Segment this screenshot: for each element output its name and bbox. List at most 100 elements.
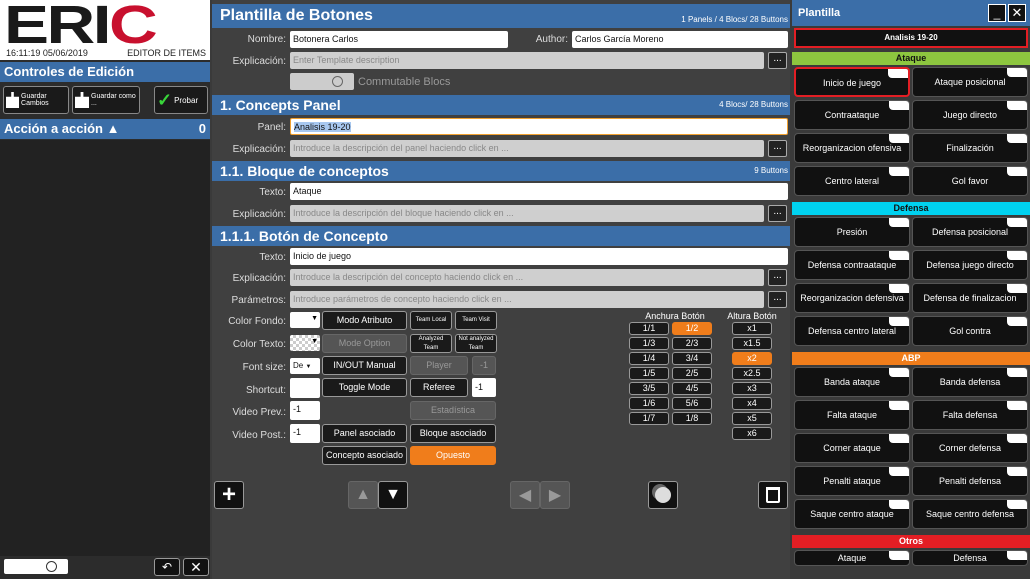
not-analyzed-team-button[interactable]: Not analyzed Team <box>455 334 497 353</box>
panel-description-more-button[interactable]: ... <box>768 140 787 157</box>
width-option[interactable]: 5/6 <box>672 397 712 410</box>
height-option[interactable]: x3 <box>732 382 772 395</box>
toggle-mode-button[interactable]: Toggle Mode <box>322 378 407 397</box>
preview-concept-button[interactable]: Defensa posicional <box>912 217 1028 247</box>
commutable-toggle[interactable] <box>290 73 354 90</box>
width-option[interactable]: 1/7 <box>629 412 669 425</box>
action-list[interactable] <box>0 140 210 556</box>
associated-block-button[interactable]: Bloque asociado <box>410 424 496 443</box>
button-text-input[interactable]: Inicio de juego <box>290 248 788 265</box>
preview-concept-button[interactable]: Penalti ataque <box>794 466 910 496</box>
preview-concept-button[interactable]: Saque centro ataque <box>794 499 910 529</box>
player-value[interactable]: -1 <box>472 356 496 375</box>
width-option[interactable]: 2/3 <box>672 337 712 350</box>
height-option[interactable]: x6 <box>732 427 772 440</box>
parameters-input[interactable]: Introduce parámetros de concepto haciend… <box>290 291 764 308</box>
preview-concept-button[interactable]: Ataque posicional <box>912 67 1028 97</box>
width-option[interactable]: 1/2 <box>672 322 712 335</box>
height-option[interactable]: x5 <box>732 412 772 425</box>
move-right-button[interactable]: ▶ <box>540 481 570 509</box>
inout-manual-button[interactable]: IN/OUT Manual <box>322 356 407 375</box>
video-prev-input[interactable]: -1 <box>290 401 320 420</box>
button-description-input[interactable]: Introduce la descripción del concepto ha… <box>290 269 764 286</box>
attribute-mode-button[interactable]: Modo Atributo <box>322 311 407 330</box>
circle-toggle-button[interactable] <box>648 481 678 509</box>
referee-value[interactable]: -1 <box>472 378 496 397</box>
panel-name-input[interactable]: Analisis 19-20 <box>290 118 788 135</box>
undo-icon[interactable]: ↶ <box>154 558 180 576</box>
preview-concept-button[interactable]: Falta defensa <box>912 400 1028 430</box>
analyzed-team-button[interactable]: Analyzed Team <box>410 334 452 353</box>
close-icon[interactable]: ✕ <box>183 558 209 576</box>
preview-concept-button[interactable]: Finalización <box>912 133 1028 163</box>
preview-concept-button[interactable]: Penalti defensa <box>912 466 1028 496</box>
font-size-select[interactable]: De ▼ <box>290 358 320 374</box>
referee-button[interactable]: Referee <box>410 378 468 397</box>
author-input[interactable]: Carlos García Moreno <box>572 31 788 48</box>
width-option[interactable]: 3/5 <box>629 382 669 395</box>
preview-concept-button[interactable]: Presión <box>794 217 910 247</box>
preview-concept-button[interactable]: Contraataque <box>794 100 910 130</box>
preview-concept-button[interactable]: Banda defensa <box>912 367 1028 397</box>
preview-concept-button[interactable]: Reorganizacion ofensiva <box>794 133 910 163</box>
template-description-input[interactable]: Enter Template description <box>290 52 764 69</box>
associated-panel-button[interactable]: Panel asociado <box>322 424 407 443</box>
parameters-more-button[interactable]: ... <box>768 291 787 308</box>
test-button[interactable]: ✓ Probar <box>154 86 208 114</box>
height-option[interactable]: x1.5 <box>732 337 772 350</box>
minimize-icon[interactable]: _ <box>988 4 1006 22</box>
block-description-more-button[interactable]: ... <box>768 205 787 222</box>
name-input[interactable]: Botonera Carlos <box>290 31 508 48</box>
height-option[interactable]: x1 <box>732 322 772 335</box>
save-button[interactable]: Guardar Cambios <box>3 86 69 114</box>
block-text-input[interactable]: Ataque <box>290 183 788 200</box>
toggle-switch[interactable] <box>4 559 68 574</box>
move-up-button[interactable]: ▲ <box>348 481 378 509</box>
preview-concept-button[interactable]: Falta ataque <box>794 400 910 430</box>
preview-concept-button[interactable]: Reorganizacion defensiva <box>794 283 910 313</box>
add-button[interactable]: + <box>214 481 244 509</box>
width-option[interactable]: 4/5 <box>672 382 712 395</box>
preview-concept-button[interactable]: Banda ataque <box>794 367 910 397</box>
height-option[interactable]: x4 <box>732 397 772 410</box>
width-option[interactable]: 1/8 <box>672 412 712 425</box>
delete-button[interactable] <box>758 481 788 509</box>
panel-description-input[interactable]: Introduce la descripción del panel hacie… <box>290 140 764 157</box>
save-as-button[interactable]: Guardar como ... <box>72 86 140 114</box>
preview-concept-button[interactable]: Saque centro defensa <box>912 499 1028 529</box>
option-mode-button[interactable]: Mode Option <box>322 334 407 353</box>
preview-concept-button[interactable]: Corner ataque <box>794 433 910 463</box>
template-description-more-button[interactable]: ... <box>768 52 787 69</box>
preview-concept-button[interactable]: Defensa de finalizacion <box>912 283 1028 313</box>
width-option[interactable]: 1/5 <box>629 367 669 380</box>
preview-concept-button[interactable]: Defensa <box>912 550 1028 566</box>
preview-concept-button[interactable]: Gol favor <box>912 166 1028 196</box>
width-option[interactable]: 1/6 <box>629 397 669 410</box>
close-icon[interactable]: ✕ <box>1008 4 1026 22</box>
video-post-input[interactable]: -1 <box>290 424 320 443</box>
preview-concept-button[interactable]: Defensa contraataque <box>794 250 910 280</box>
width-option[interactable]: 3/4 <box>672 352 712 365</box>
shortcut-input[interactable] <box>290 378 320 398</box>
preview-concept-button[interactable]: Centro lateral <box>794 166 910 196</box>
associated-concept-button[interactable]: Concepto asociado <box>322 446 407 465</box>
player-button[interactable]: Player <box>410 356 468 375</box>
background-color-picker[interactable]: ▼ <box>290 312 320 328</box>
team-visit-button[interactable]: Team Visit <box>455 311 497 330</box>
preview-concept-button[interactable]: Gol contra <box>912 316 1028 346</box>
preview-concept-button[interactable]: Defensa juego directo <box>912 250 1028 280</box>
width-option[interactable]: 1/1 <box>629 322 669 335</box>
height-option[interactable]: x2.5 <box>732 367 772 380</box>
height-option[interactable]: x2 <box>732 352 772 365</box>
preview-concept-button[interactable]: Ataque <box>794 550 910 566</box>
preview-concept-button[interactable]: Juego directo <box>912 100 1028 130</box>
statistics-button[interactable]: Estadística <box>410 401 496 420</box>
width-option[interactable]: 2/5 <box>672 367 712 380</box>
opposite-button[interactable]: Opuesto <box>410 446 496 465</box>
width-option[interactable]: 1/3 <box>629 337 669 350</box>
preview-concept-button[interactable]: Defensa centro lateral <box>794 316 910 346</box>
button-description-more-button[interactable]: ... <box>768 269 787 286</box>
team-local-button[interactable]: Team Local <box>410 311 452 330</box>
width-option[interactable]: 1/4 <box>629 352 669 365</box>
move-down-button[interactable]: ▼ <box>378 481 408 509</box>
